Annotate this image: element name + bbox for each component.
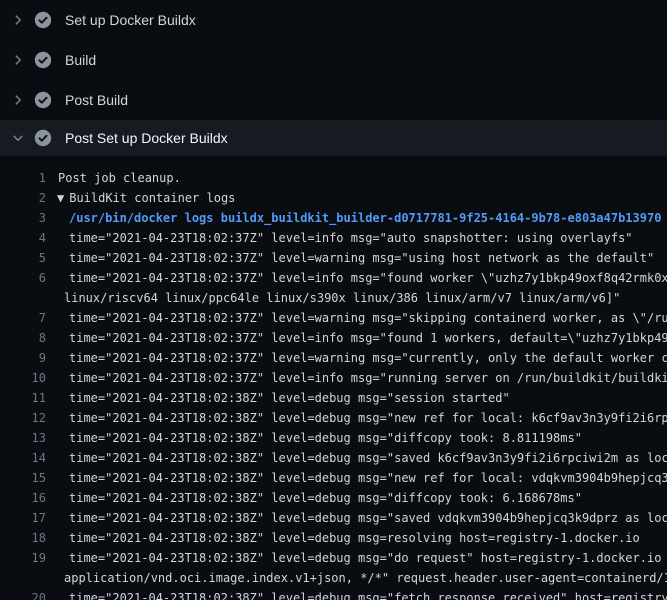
step-title: Set up Docker Buildx: [65, 12, 196, 28]
step-section-build[interactable]: Build: [0, 40, 667, 80]
step-section-post-set-up-docker-buildx[interactable]: Post Set up Docker Buildx: [0, 120, 667, 156]
step-section-list: Set up Docker Buildx Build Post Build Post …: [0, 0, 667, 156]
log-line-text: time="2021-04-23T18:02:37Z" level=info m…: [46, 228, 667, 248]
log-line-text: time="2021-04-23T18:02:38Z" level=debug …: [46, 388, 667, 408]
log-line[interactable]: 16time="2021-04-23T18:02:38Z" level=debu…: [0, 488, 667, 508]
chevron-down-icon[interactable]: [10, 130, 26, 146]
log-line-number[interactable]: 12: [0, 408, 46, 428]
log-line-text: BuildKit container logs: [69, 191, 235, 205]
chevron-right-icon[interactable]: [10, 52, 26, 68]
log-line-number[interactable]: 3: [0, 208, 46, 228]
log-line-continuation[interactable]: linux/riscv64 linux/ppc64le linux/s390x …: [0, 288, 667, 308]
log-line-text: time="2021-04-23T18:02:37Z" level=info m…: [46, 368, 667, 388]
log-line-number[interactable]: 2: [0, 188, 46, 208]
log-line[interactable]: 1Post job cleanup.: [0, 168, 667, 188]
log-line[interactable]: 20time="2021-04-23T18:02:38Z" level=debu…: [0, 588, 667, 600]
log-line[interactable]: 11time="2021-04-23T18:02:38Z" level=debu…: [0, 388, 667, 408]
log-line-number[interactable]: 16: [0, 488, 46, 508]
log-line[interactable]: 13time="2021-04-23T18:02:38Z" level=debu…: [0, 428, 667, 448]
log-line-number[interactable]: 19: [0, 548, 46, 568]
log-line-text: Post job cleanup.: [46, 168, 667, 188]
log-line[interactable]: 15time="2021-04-23T18:02:38Z" level=debu…: [0, 468, 667, 488]
log-line-text: time="2021-04-23T18:02:37Z" level=warnin…: [46, 308, 667, 328]
log-line-text: time="2021-04-23T18:02:37Z" level=warnin…: [46, 348, 667, 368]
log-line-text: application/vnd.oci.image.index.v1+json,…: [46, 568, 667, 588]
log-line[interactable]: 4time="2021-04-23T18:02:37Z" level=info …: [0, 228, 667, 248]
log-line-number[interactable]: 13: [0, 428, 46, 448]
log-line[interactable]: 12time="2021-04-23T18:02:38Z" level=debu…: [0, 408, 667, 428]
check-circle-icon: [34, 51, 52, 69]
workflow-log-viewer: Set up Docker Buildx Build Post Build Post …: [0, 0, 667, 600]
log-line[interactable]: 14time="2021-04-23T18:02:38Z" level=debu…: [0, 448, 667, 468]
log-line-number[interactable]: 15: [0, 468, 46, 488]
log-line-number[interactable]: 4: [0, 228, 46, 248]
log-line-number[interactable]: 11: [0, 388, 46, 408]
log-line[interactable]: 2 ▼ BuildKit container logs: [0, 188, 667, 208]
command-link[interactable]: /usr/bin/docker logs buildx_buildkit_bui…: [46, 208, 667, 228]
check-circle-icon: [34, 11, 52, 29]
log-line-text: time="2021-04-23T18:02:38Z" level=debug …: [46, 528, 667, 548]
log-line-text: time="2021-04-23T18:02:37Z" level=warnin…: [46, 248, 667, 268]
log-lines-container: 1Post job cleanup.2 ▼ BuildKit container l…: [0, 156, 667, 600]
log-line-number[interactable]: [0, 288, 46, 308]
log-line-number[interactable]: 9: [0, 348, 46, 368]
log-line-text: time="2021-04-23T18:02:37Z" level=info m…: [46, 328, 667, 348]
log-line[interactable]: 5time="2021-04-23T18:02:37Z" level=warni…: [0, 248, 667, 268]
log-line-number[interactable]: 18: [0, 528, 46, 548]
step-title: Post Set up Docker Buildx: [65, 130, 228, 146]
log-line-text: time="2021-04-23T18:02:38Z" level=debug …: [46, 488, 667, 508]
chevron-right-icon[interactable]: [10, 92, 26, 108]
log-line-number[interactable]: 10: [0, 368, 46, 388]
step-section-set-up-docker-buildx[interactable]: Set up Docker Buildx: [0, 0, 667, 40]
chevron-right-icon[interactable]: [10, 12, 26, 28]
log-line-number[interactable]: 6: [0, 268, 46, 288]
log-line-text: time="2021-04-23T18:02:38Z" level=debug …: [46, 448, 667, 468]
log-line-text: time="2021-04-23T18:02:38Z" level=debug …: [46, 548, 667, 568]
log-line-text: time="2021-04-23T18:02:38Z" level=debug …: [46, 408, 667, 428]
log-line-number[interactable]: 20: [0, 588, 46, 600]
log-line[interactable]: 19time="2021-04-23T18:02:38Z" level=debu…: [0, 548, 667, 568]
log-line[interactable]: 10time="2021-04-23T18:02:37Z" level=info…: [0, 368, 667, 388]
log-line-text: time="2021-04-23T18:02:38Z" level=debug …: [46, 588, 667, 600]
log-line-text: linux/riscv64 linux/ppc64le linux/s390x …: [46, 288, 667, 308]
check-circle-icon: [34, 129, 52, 147]
log-line-number[interactable]: 8: [0, 328, 46, 348]
log-line-number[interactable]: 5: [0, 248, 46, 268]
log-line-text: time="2021-04-23T18:02:38Z" level=debug …: [46, 428, 667, 448]
log-line[interactable]: 17time="2021-04-23T18:02:38Z" level=debu…: [0, 508, 667, 528]
step-section-post-build[interactable]: Post Build: [0, 80, 667, 120]
log-line[interactable]: 6time="2021-04-23T18:02:37Z" level=info …: [0, 268, 667, 288]
log-line[interactable]: 3/usr/bin/docker logs buildx_buildkit_bu…: [0, 208, 667, 228]
log-line-text: time="2021-04-23T18:02:38Z" level=debug …: [46, 508, 667, 528]
step-title: Build: [65, 52, 96, 68]
log-line-text: time="2021-04-23T18:02:37Z" level=info m…: [46, 268, 667, 288]
check-circle-icon: [34, 91, 52, 109]
log-line-number[interactable]: 7: [0, 308, 46, 328]
log-line-number[interactable]: 17: [0, 508, 46, 528]
log-line-number[interactable]: 14: [0, 448, 46, 468]
log-line[interactable]: 8time="2021-04-23T18:02:37Z" level=info …: [0, 328, 667, 348]
log-line[interactable]: 18time="2021-04-23T18:02:38Z" level=debu…: [0, 528, 667, 548]
log-line[interactable]: 7time="2021-04-23T18:02:37Z" level=warni…: [0, 308, 667, 328]
log-line[interactable]: 9time="2021-04-23T18:02:37Z" level=warni…: [0, 348, 667, 368]
log-line-continuation[interactable]: application/vnd.oci.image.index.v1+json,…: [0, 568, 667, 588]
log-line-text: time="2021-04-23T18:02:38Z" level=debug …: [46, 468, 667, 488]
log-line-number[interactable]: [0, 568, 46, 588]
group-collapse-toggle-icon[interactable]: ▼: [57, 191, 64, 205]
step-title: Post Build: [65, 92, 128, 108]
log-group-header: ▼ BuildKit container logs: [46, 188, 667, 208]
log-line-number[interactable]: 1: [0, 168, 46, 188]
